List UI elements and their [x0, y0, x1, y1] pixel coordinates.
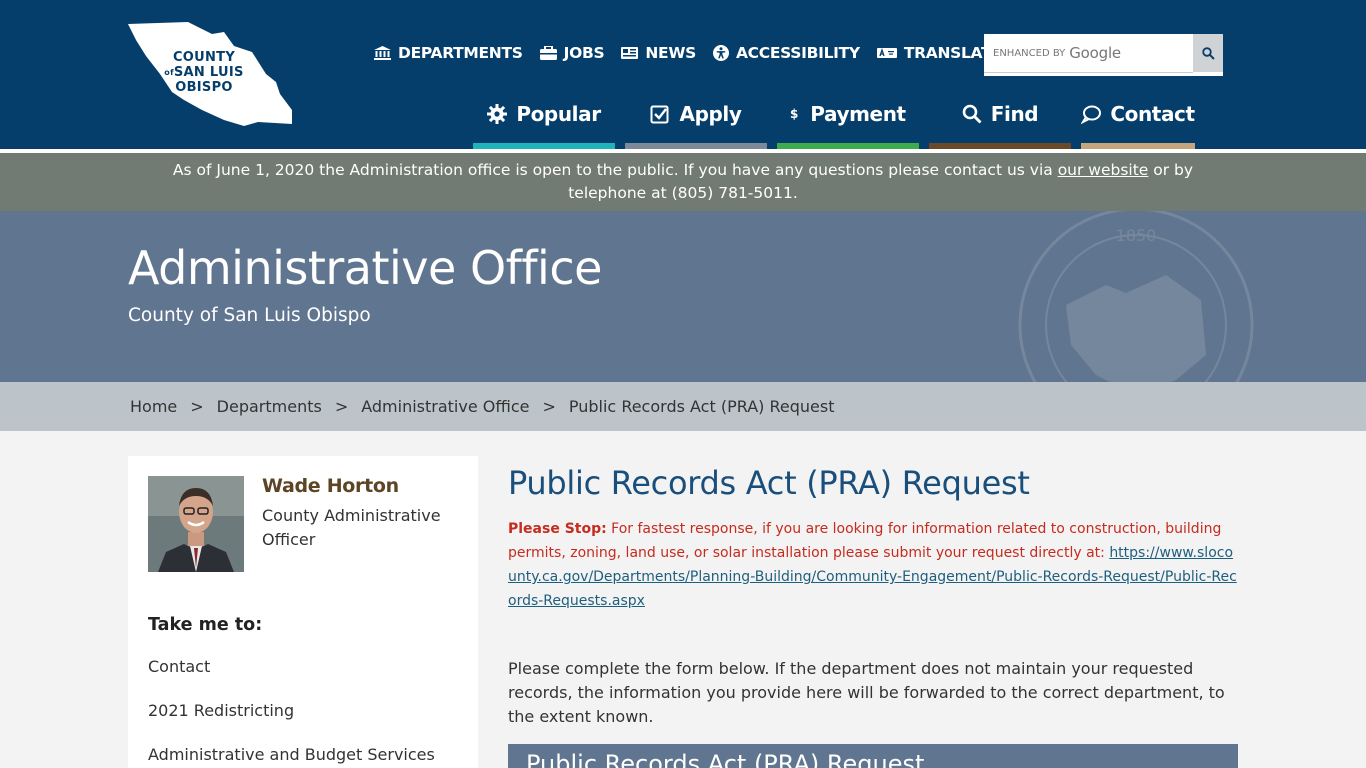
- nav-accessibility-label: ACCESSIBILITY: [735, 44, 860, 62]
- logo-text: COUNTY ofSAN LUIS OBISPO: [164, 50, 244, 95]
- breadcrumb-current: Public Records Act (PRA) Request: [568, 397, 835, 416]
- checkbox-icon: [650, 105, 669, 124]
- nav-news[interactable]: NEWS: [621, 44, 696, 62]
- tab-payment[interactable]: $ Payment: [777, 94, 919, 149]
- search-input[interactable]: ENHANCED BY Google: [984, 34, 1193, 72]
- avatar: [148, 476, 244, 572]
- breadcrumb-separator: >: [190, 397, 204, 416]
- nav-departments-label: DEPARTMENTS: [398, 44, 523, 62]
- county-seal-icon: 1850: [1018, 211, 1254, 382]
- search-underline: [984, 72, 1193, 76]
- svg-text:$: $: [790, 107, 798, 121]
- nav-accessibility[interactable]: ACCESSIBILITY: [712, 44, 860, 62]
- page-title: Public Records Act (PRA) Request: [508, 464, 1030, 502]
- notice-text-before: As of June 1, 2020 the Administration of…: [172, 161, 1058, 179]
- sidebar-link-administrative-budget[interactable]: Administrative and Budget Services: [148, 745, 435, 764]
- notice-text: As of June 1, 2020 the Administration of…: [133, 159, 1233, 205]
- tab-popular-label: Popular: [516, 102, 601, 126]
- breadcrumb-separator: >: [334, 397, 349, 416]
- tab-find-label: Find: [990, 102, 1039, 126]
- language-icon: [876, 47, 897, 58]
- site-header: COUNTY ofSAN LUIS OBISPO DEPARTMENTS JOB…: [0, 0, 1366, 149]
- nav-departments[interactable]: DEPARTMENTS: [374, 44, 523, 62]
- nav-jobs-label: JOBS: [563, 44, 605, 62]
- building-icon: [374, 46, 391, 60]
- seal-year: 1850: [1116, 226, 1157, 245]
- sidebar-link-redistricting[interactable]: 2021 Redistricting: [148, 701, 294, 720]
- tab-payment-label: Payment: [810, 102, 906, 126]
- nav-jobs[interactable]: JOBS: [539, 44, 605, 62]
- page-banner: Administrative Office County of San Luis…: [0, 211, 1366, 382]
- tab-contact-label: Contact: [1110, 102, 1195, 126]
- stop-notice: Please Stop: For fastest response, if yo…: [508, 517, 1238, 613]
- breadcrumb-departments[interactable]: Departments: [217, 397, 322, 416]
- person-photo: [148, 476, 244, 572]
- dollar-icon: $: [790, 107, 798, 121]
- banner-title: Administrative Office: [128, 241, 602, 295]
- main-nav: Popular Apply $ Payment Find Contact: [473, 94, 1195, 149]
- google-brand-label: Google: [1069, 44, 1121, 62]
- sidebar-link-contact[interactable]: Contact: [148, 657, 210, 676]
- person-name: Wade Horton: [262, 475, 399, 497]
- tab-apply-label: Apply: [679, 102, 742, 126]
- county-logo[interactable]: COUNTY ofSAN LUIS OBISPO: [128, 22, 294, 128]
- nav-translate[interactable]: TRANSLATE: [876, 44, 1002, 62]
- tab-contact[interactable]: Contact: [1081, 94, 1195, 149]
- search-icon: [1201, 46, 1215, 60]
- person-title: County Administrative Officer: [262, 506, 441, 549]
- take-me-to-heading: Take me to:: [148, 615, 263, 635]
- newspaper-icon: [621, 47, 639, 59]
- tab-find[interactable]: Find: [929, 94, 1071, 149]
- search-icon: [962, 104, 982, 124]
- utility-nav: DEPARTMENTS JOBS NEWS ACCESSIBILITY TRAN…: [374, 42, 1019, 64]
- form-section-header: Public Records Act (PRA) Request: [508, 744, 1238, 768]
- enhanced-by-label: ENHANCED BY: [993, 47, 1066, 59]
- breadcrumb-separator: >: [542, 397, 556, 416]
- gear-icon: [487, 104, 508, 124]
- search-button[interactable]: [1193, 34, 1223, 72]
- breadcrumb-administrative-office[interactable]: Administrative Office: [361, 397, 529, 416]
- intro-paragraph: Please complete the form below. If the d…: [508, 659, 1225, 726]
- notice-website-link[interactable]: our website: [1058, 161, 1149, 179]
- tab-apply[interactable]: Apply: [625, 94, 767, 149]
- banner-subtitle: County of San Luis Obispo: [128, 305, 371, 326]
- tab-popular[interactable]: Popular: [473, 94, 615, 149]
- accessibility-icon: [712, 45, 729, 61]
- briefcase-icon: [539, 46, 557, 60]
- breadcrumb-home[interactable]: Home: [130, 397, 177, 416]
- notice-banner: As of June 1, 2020 the Administration of…: [0, 153, 1366, 211]
- nav-news-label: NEWS: [645, 44, 696, 62]
- chat-icon: [1081, 105, 1102, 124]
- sidebar: Wade Horton County Administrative Office…: [128, 456, 478, 768]
- breadcrumb: Home > Departments > Administrative Offi…: [0, 382, 1366, 431]
- stop-label: Please Stop:: [508, 521, 607, 537]
- google-search-box: ENHANCED BY Google: [984, 34, 1223, 76]
